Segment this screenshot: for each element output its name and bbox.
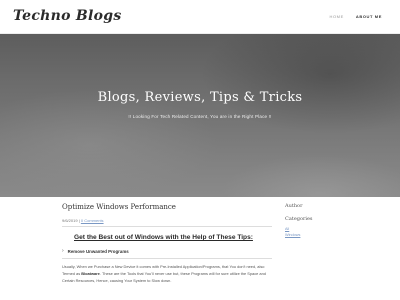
hero-banner: Blogs, Reviews, Tips & Tricks !! Looking… — [0, 34, 400, 197]
divider — [62, 226, 272, 227]
meta-separator: | — [78, 218, 80, 223]
hero-texture — [0, 89, 220, 197]
post-main: Optimize Windows Performance 9/6/2019 | … — [62, 203, 272, 284]
sidebar: Author Categories All Windows — [285, 203, 365, 237]
section-item: › Remove Unwanted Programs — [62, 248, 272, 254]
main-nav: HOME ABOUT ME — [329, 14, 382, 19]
post-title[interactable]: Optimize Windows Performance — [62, 203, 272, 211]
post-date: 9/6/2019 — [62, 218, 78, 223]
hero-texture — [200, 34, 400, 134]
site-logo[interactable]: Techno Blogs — [13, 8, 122, 24]
post-headline: Get the Best out of Windows with the Hel… — [74, 234, 253, 241]
category-link-all[interactable]: All — [285, 227, 365, 231]
post-paragraph: Usually, When we Purchase a New Device i… — [62, 264, 272, 284]
post-meta: 9/6/2019 | 0 Comments — [62, 218, 272, 223]
hero-subtitle: !! Looking For Tech Related Content, You… — [128, 114, 272, 119]
section-label: Remove Unwanted Programs — [67, 248, 129, 254]
nav-about-link[interactable]: ABOUT ME — [356, 14, 382, 19]
bloatware-term: Bloatware — [81, 270, 100, 276]
author-heading: Author — [285, 203, 303, 209]
hero-texture — [220, 154, 400, 197]
comments-link[interactable]: 0 Comments — [81, 218, 104, 223]
content-area: Optimize Windows Performance 9/6/2019 | … — [0, 197, 400, 300]
categories-heading: Categories — [285, 216, 313, 222]
chevron-right-icon: › — [62, 248, 64, 254]
category-link-windows[interactable]: Windows — [285, 233, 365, 237]
nav-home-link[interactable]: HOME — [329, 14, 343, 19]
hero-title: Blogs, Reviews, Tips & Tricks — [97, 90, 303, 105]
divider — [62, 258, 272, 259]
top-header: Techno Blogs HOME ABOUT ME — [0, 0, 400, 34]
